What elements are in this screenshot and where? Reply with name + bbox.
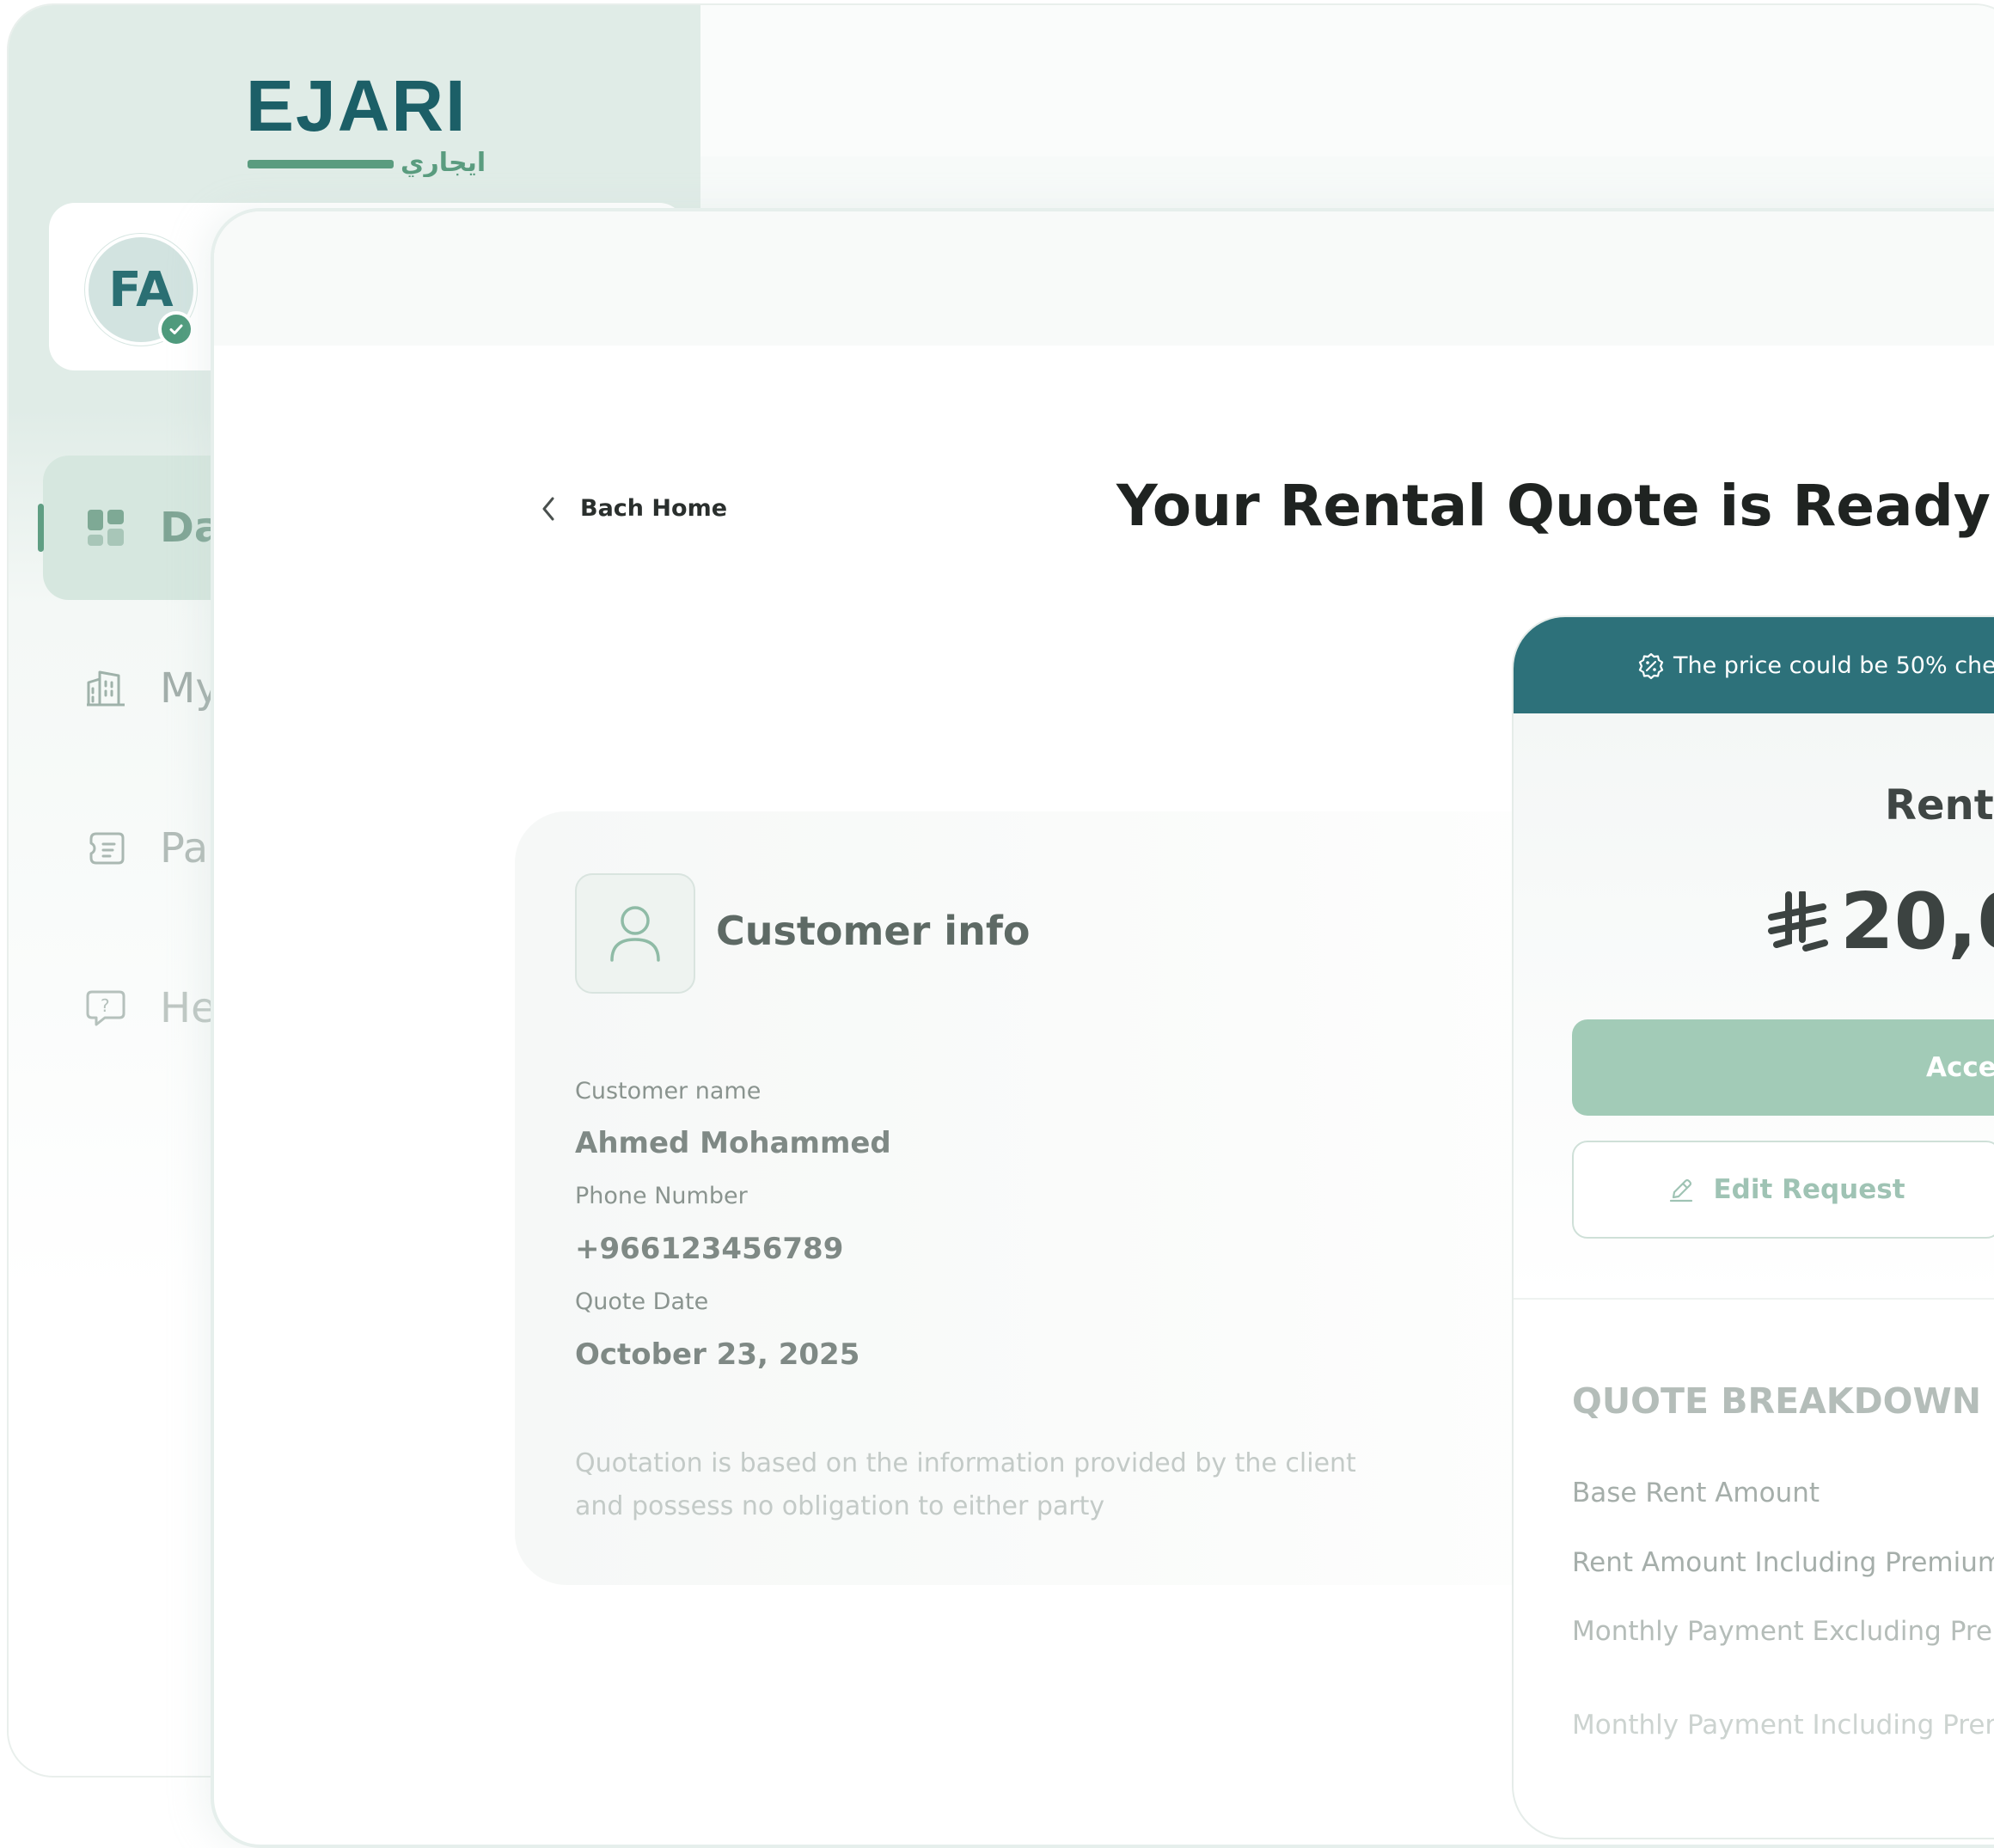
back-home-link[interactable]: Bach Home [541, 495, 727, 522]
price-hint-text: The price could be 50% cheap [1673, 652, 1994, 679]
accept-button[interactable]: Accep [1572, 1019, 1994, 1116]
customer-name-label: Customer name [575, 1078, 762, 1105]
chevron-left-icon [542, 497, 554, 520]
logo-arabic: ايجاري [401, 148, 486, 177]
check-icon [169, 324, 183, 334]
back-topbar [700, 5, 1994, 156]
price-hint-banner: The price could be 50% cheap [1514, 617, 1994, 713]
rent-label: Renta [1885, 781, 1994, 829]
avatar-initials: FA [108, 261, 174, 318]
verified-badge-icon [158, 311, 194, 347]
pencil-icon [1670, 1178, 1693, 1202]
quote-breakdown-title: QUOTE BREAKDOWN [1572, 1380, 1982, 1422]
breakdown-row: Base Rent Amount [1572, 1478, 1820, 1508]
ejari-logo-mark: EJARI ايجاري [246, 65, 486, 178]
quote-date-label: Quote Date [575, 1288, 709, 1315]
breakdown-row: Rent Amount Including Premium [1572, 1547, 1994, 1578]
svg-text:?: ? [101, 995, 110, 1016]
building-icon [87, 670, 125, 707]
breakdown-row: Monthly Payment Including Premiu [1572, 1710, 1994, 1741]
quote-date-value: October 23, 2025 [575, 1337, 860, 1372]
customer-info-title: Customer info [716, 908, 1031, 954]
quote-summary: Renta 20,00 Accep Edit Request [1514, 713, 1994, 1300]
accept-button-label: Accep [1926, 1052, 1994, 1083]
dashboard-grid-icon [88, 510, 124, 546]
customer-name-value: Ahmed Mohammed [575, 1126, 891, 1160]
phone-number-value: +966123456789 [575, 1232, 844, 1266]
breakdown-row: Monthly Payment Excluding Premiu [1572, 1616, 1994, 1647]
active-indicator [38, 504, 44, 552]
user-icon [610, 906, 660, 962]
customer-icon-box [575, 873, 695, 994]
quote-card: The price could be 50% cheap Renta 20,00… [1512, 615, 1994, 1839]
edit-request-label: Edit Request [1713, 1174, 1905, 1205]
logo-text: EJARI [246, 74, 467, 146]
discount-badge-icon [1638, 652, 1664, 680]
back-home-label: Bach Home [580, 495, 728, 522]
quote-window: Bach Home Your Rental Quote is Ready! Cu… [211, 208, 1994, 1848]
page-title: Your Rental Quote is Ready! [1116, 473, 1994, 539]
ticket-icon [89, 832, 125, 865]
window-header [214, 211, 1994, 346]
saudi-riyal-icon [1768, 890, 1828, 952]
edit-request-button[interactable]: Edit Request [1572, 1141, 1994, 1239]
rent-price: 20,00 [1768, 877, 1994, 967]
help-chat-icon: ? [86, 990, 125, 1026]
logo-underline [248, 160, 394, 168]
ejari-logo[interactable]: EJARI ايجاري [246, 65, 486, 178]
quotation-disclaimer: Quotation is based on the information pr… [575, 1448, 1356, 1521]
price-value: 20,00 [1840, 877, 1994, 967]
phone-number-label: Phone Number [575, 1183, 748, 1209]
